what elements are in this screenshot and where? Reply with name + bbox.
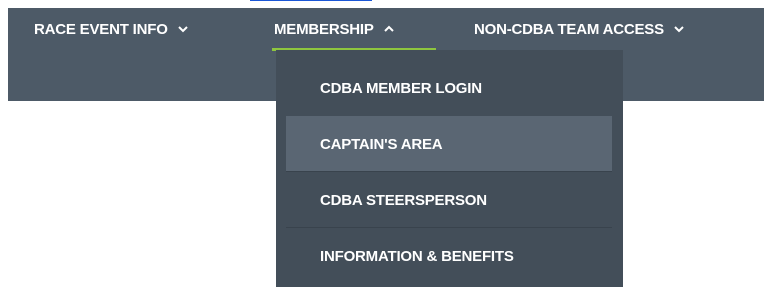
nav-item-label: MEMBERSHIP: [274, 20, 374, 38]
nav-item-non-cdba-team-access[interactable]: NON-CDBA TEAM ACCESS: [474, 8, 685, 50]
menu-item-label: CDBA MEMBER LOGIN: [320, 79, 482, 97]
nav-item-race-event-info[interactable]: RACE EVENT INFO: [34, 8, 189, 50]
chevron-down-icon: [673, 23, 685, 35]
menu-item-cdba-member-login[interactable]: CDBA MEMBER LOGIN: [286, 60, 612, 116]
chevron-down-icon: [177, 23, 189, 35]
membership-dropdown-menu: CDBA MEMBER LOGIN CAPTAIN'S AREA CDBA ST…: [276, 50, 623, 287]
menu-item-information-benefits[interactable]: INFORMATION & BENEFITS: [286, 228, 612, 284]
cropped-link[interactable]: [250, 0, 372, 1]
chevron-up-icon: [383, 23, 395, 35]
nav-item-label: RACE EVENT INFO: [34, 20, 168, 38]
menu-item-captains-area[interactable]: CAPTAIN'S AREA: [286, 116, 612, 172]
cropped-page-content: [0, 0, 764, 8]
menu-item-cdba-steersperson[interactable]: CDBA STEERSPERSON: [286, 172, 612, 228]
menu-item-label: CAPTAIN'S AREA: [320, 135, 443, 153]
page: RACE EVENT INFO MEMBERSHIP NON-CDBA TEAM…: [0, 0, 764, 287]
menu-item-label: INFORMATION & BENEFITS: [320, 247, 514, 265]
menu-item-label: CDBA STEERSPERSON: [320, 191, 487, 209]
nav-item-membership[interactable]: MEMBERSHIP: [274, 8, 395, 50]
nav-item-label: NON-CDBA TEAM ACCESS: [474, 20, 664, 38]
